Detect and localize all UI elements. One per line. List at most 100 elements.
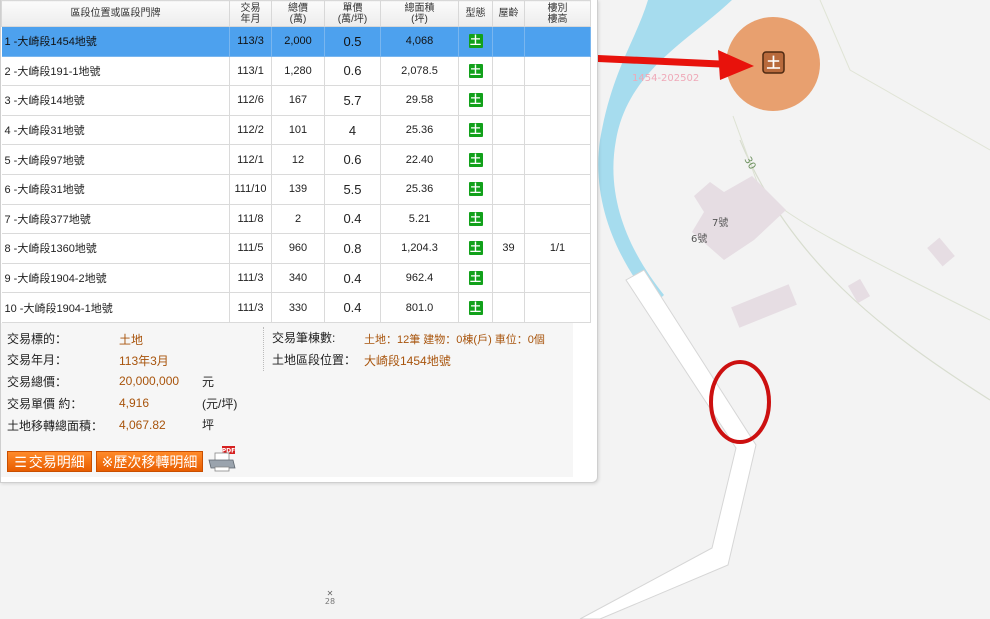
table-row[interactable]: 10 -大崎段1904-1地號 111/3 330 0.4 801.0 土 [1, 292, 591, 323]
cell-date: 111/10 [229, 173, 272, 205]
unit-price-label: 交易單價 約： [7, 397, 83, 411]
cell-type: 土 [458, 203, 493, 235]
cell-location: 10 -大崎段1904-1地號 [1, 292, 230, 323]
cell-total-price: 330 [271, 292, 325, 323]
transfer-history-button[interactable]: ※歷次移轉明細 [96, 451, 203, 472]
cell-location: 3 -大崎段14地號 [1, 85, 230, 116]
header-location[interactable]: 區段位置或區段門牌 [1, 0, 230, 27]
cell-type: 土 [458, 55, 493, 87]
total-price-unit: 元 [202, 375, 215, 389]
land-type-icon: 土 [468, 211, 483, 226]
cell-age [492, 262, 525, 294]
cell-total-price: 12 [271, 144, 325, 175]
unit-price-unit: (元/坪) [202, 397, 238, 411]
land-type-icon: 土 [468, 241, 483, 256]
land-type-icon: 土 [468, 300, 483, 315]
cell-age [492, 55, 525, 87]
cell-age [492, 173, 525, 205]
table-row[interactable]: 6 -大崎段31地號 111/10 139 5.5 25.36 土 [1, 173, 591, 205]
table-row[interactable]: 9 -大崎段1904-2地號 111/3 340 0.4 962.4 土 [1, 262, 591, 294]
cell-floor [524, 203, 591, 235]
cell-area: 5.21 [380, 203, 459, 235]
header-area[interactable]: 總面積 (坪) [380, 0, 459, 27]
cell-area: 962.4 [380, 262, 459, 294]
table-header-row: 區段位置或區段門牌 交易 年月 總價 (萬) 單價 (萬/坪) 總面積 (坪) 型態 屋… [1, 0, 591, 27]
cell-type: 土 [458, 144, 493, 175]
cell-unit-price: 4 [324, 114, 381, 146]
marker-caption: 1454-202502 [632, 73, 699, 84]
cell-age [492, 144, 525, 175]
cell-area: 1,204.3 [380, 233, 459, 264]
cell-total-price: 101 [271, 114, 325, 146]
cell-type: 土 [458, 114, 493, 146]
area-label: 土地移轉總面積： [7, 419, 104, 433]
table-row[interactable]: 2 -大崎段191-1地號 113/1 1,280 0.6 2,078.5 土 [1, 55, 591, 87]
cell-location: 5 -大崎段97地號 [1, 144, 230, 175]
land-marker-label: 土 [767, 55, 781, 72]
cell-floor [524, 292, 591, 323]
cell-area: 25.36 [380, 114, 459, 146]
cell-unit-price: 0.4 [324, 203, 381, 235]
count-label: 交易筆棟數: [272, 331, 336, 345]
area-unit: 坪 [202, 418, 215, 432]
header-age[interactable]: 屋齡 [492, 0, 525, 27]
detail-divider [263, 327, 264, 371]
cell-unit-price: 5.7 [324, 85, 381, 116]
cell-area: 22.40 [380, 144, 459, 175]
building-label: 7號 [712, 216, 728, 229]
cell-age [492, 203, 525, 235]
cell-age [492, 26, 525, 57]
cell-location: 9 -大崎段1904-2地號 [1, 262, 230, 294]
table-row[interactable]: 1 -大崎段1454地號 113/3 2,000 0.5 4,068 土 [1, 26, 591, 57]
cell-total-price: 340 [271, 262, 325, 294]
cell-floor [524, 173, 591, 205]
cell-date: 112/2 [229, 114, 272, 146]
building-label: 6號 [691, 232, 707, 245]
cell-date: 111/8 [229, 203, 272, 235]
cell-date: 111/3 [229, 292, 272, 323]
header-unit-price[interactable]: 單價 (萬/坪) [324, 0, 381, 27]
location-value: 大崎段1454地號 [364, 354, 451, 368]
location-label: 土地區段位置： [272, 353, 357, 367]
header-type[interactable]: 型態 [458, 0, 493, 27]
print-pdf-icon[interactable]: PDF [208, 446, 236, 472]
cell-floor [524, 55, 591, 87]
area-value: 4,067.82 [119, 418, 166, 432]
count-value: 土地：12筆 建物：0棟(戶) 車位：0個 [364, 334, 545, 346]
cell-age [492, 85, 525, 116]
cell-total-price: 2,000 [271, 26, 325, 57]
cell-total-price: 960 [271, 233, 325, 264]
cell-type: 土 [458, 26, 493, 57]
transactions-table: 區段位置或區段門牌 交易 年月 總價 (萬) 單價 (萬/坪) 總面積 (坪) 型態 屋… [1, 0, 591, 323]
cell-location: 8 -大崎段1360地號 [1, 233, 230, 264]
cell-floor [524, 26, 591, 57]
table-row[interactable]: 4 -大崎段31地號 112/2 101 4 25.36 土 [1, 114, 591, 146]
cell-unit-price: 0.4 [324, 262, 381, 294]
list-icon: ☰ [14, 454, 27, 470]
header-date[interactable]: 交易 年月 [229, 0, 272, 27]
table-row[interactable]: 7 -大崎段377地號 111/8 2 0.4 5.21 土 [1, 203, 591, 235]
cell-total-price: 167 [271, 85, 325, 116]
cell-location: 1 -大崎段1454地號 [1, 26, 230, 57]
cell-date: 113/1 [229, 55, 272, 87]
cell-date: 112/6 [229, 85, 272, 116]
total-price-value: 20,000,000 [119, 374, 180, 388]
table-row[interactable]: 8 -大崎段1360地號 111/5 960 0.8 1,204.3 土 39 … [1, 233, 591, 264]
table-row[interactable]: 5 -大崎段97地號 112/1 12 0.6 22.40 土 [1, 144, 591, 175]
cell-floor [524, 144, 591, 175]
cell-age [492, 292, 525, 323]
transaction-detail-button[interactable]: ☰ 交易明細 [7, 451, 92, 472]
cell-total-price: 2 [271, 203, 325, 235]
cell-location: 4 -大崎段31地號 [1, 114, 230, 146]
cell-floor: 1/1 [524, 233, 591, 264]
cell-type: 土 [458, 233, 493, 264]
cell-unit-price: 0.6 [324, 55, 381, 87]
header-floor[interactable]: 樓別 樓高 [524, 0, 591, 27]
header-total-price[interactable]: 總價 (萬) [271, 0, 325, 27]
cell-area: 4,068 [380, 26, 459, 57]
total-price-label: 交易總價： [7, 375, 68, 389]
cell-date: 111/5 [229, 233, 272, 264]
table-row[interactable]: 3 -大崎段14地號 112/6 167 5.7 29.58 土 [1, 85, 591, 116]
cell-floor [524, 114, 591, 146]
cell-date: 113/3 [229, 26, 272, 57]
